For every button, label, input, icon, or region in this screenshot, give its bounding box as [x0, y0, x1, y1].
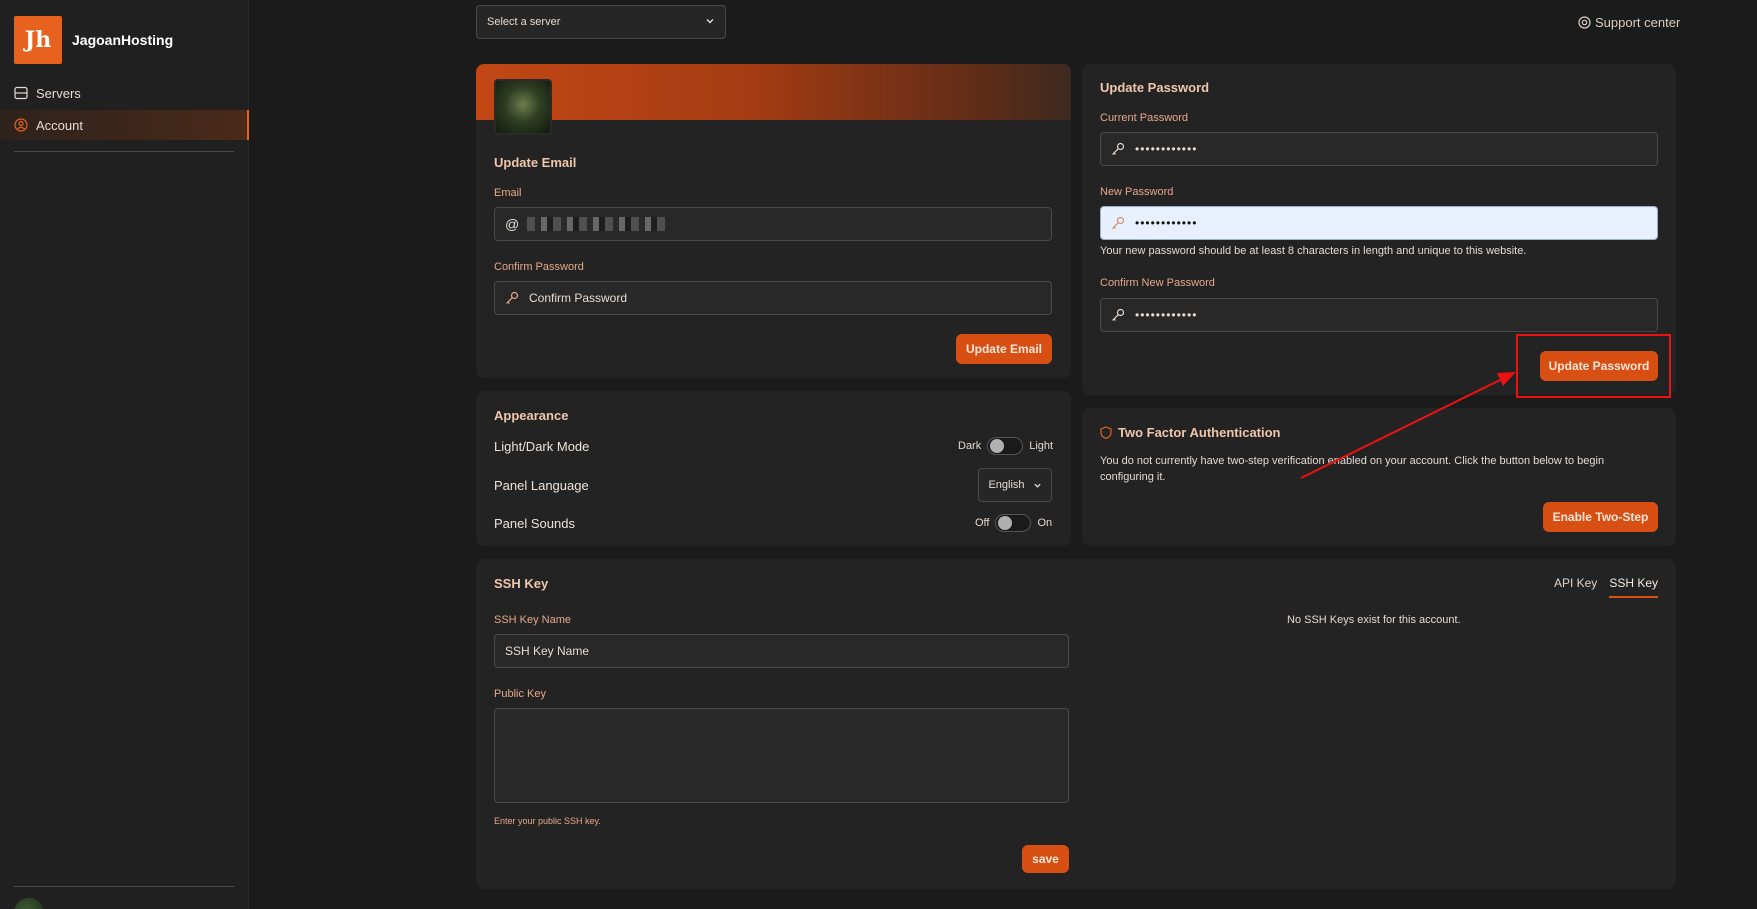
public-key-hint: Enter your public SSH key.: [494, 816, 601, 826]
server-icon: [14, 86, 28, 100]
confirm-new-password-value: ••••••••••••: [1135, 308, 1198, 322]
lifebuoy-icon: [1578, 16, 1591, 29]
sidebar-divider: [14, 886, 234, 887]
key-icon: [1111, 308, 1125, 322]
enable-two-step-button[interactable]: Enable Two-Step: [1543, 502, 1658, 532]
two-factor-title: Two Factor Authentication: [1118, 425, 1281, 440]
confirm-new-password-field[interactable]: ••••••••••••: [1100, 298, 1658, 332]
ssh-key-name-label: SSH Key Name: [494, 614, 572, 626]
ssh-key-name-input[interactable]: SSH Key Name: [494, 634, 1069, 668]
on-label: On: [1037, 517, 1053, 529]
current-password-label: Current Password: [1100, 112, 1189, 124]
confirm-password-field[interactable]: Confirm Password: [494, 281, 1052, 315]
brand-name: JagoanHosting: [72, 32, 174, 48]
sidebar-item-servers[interactable]: Servers: [0, 78, 249, 108]
at-icon: @: [505, 216, 520, 232]
two-factor-card: Two Factor Authentication You do not cur…: [1082, 408, 1676, 546]
new-password-label: New Password: [1100, 186, 1174, 198]
key-tabs: API Key SSH Key: [1542, 576, 1658, 598]
panel-sounds-toggle[interactable]: [995, 514, 1032, 532]
email-value-redacted: [527, 217, 668, 231]
update-password-title: Update Password: [1100, 80, 1210, 95]
key-icon: [505, 291, 519, 305]
confirm-password-label: Confirm Password: [494, 261, 584, 273]
dark-label: Dark: [958, 440, 982, 452]
key-icon: [1111, 142, 1125, 156]
server-select-value: Select a server: [487, 16, 561, 28]
public-key-label: Public Key: [494, 688, 546, 700]
annotation-highlight-box: [1516, 334, 1671, 398]
toggle-knob: [990, 439, 1005, 453]
sidebar: Jh JagoanHosting Servers Account: [0, 0, 249, 909]
current-password-value: ••••••••••••: [1135, 142, 1198, 156]
sidebar-item-label: Account: [36, 117, 83, 133]
profile-banner: [476, 64, 1071, 120]
support-center-link[interactable]: Support center: [1578, 15, 1680, 30]
ssh-key-card: SSH Key API Key SSH Key SSH Key Name SSH…: [476, 559, 1676, 889]
appearance-card: Appearance Light/Dark Mode Dark Light Pa…: [476, 391, 1071, 546]
profile-picture[interactable]: [494, 79, 552, 135]
user-circle-icon: [14, 118, 28, 132]
update-email-card: Update Email Email @ Confirm Password Co…: [476, 64, 1071, 378]
new-password-value: ••••••••••••: [1135, 216, 1198, 230]
two-factor-description: You do not currently have two-step verif…: [1100, 455, 1605, 483]
update-email-button[interactable]: Update Email: [956, 334, 1052, 364]
sidebar-item-label: Servers: [36, 85, 81, 101]
panel-sounds-row: Off On: [975, 514, 1052, 532]
chevron-down-icon: [705, 16, 715, 29]
brand[interactable]: Jh JagoanHosting: [14, 16, 173, 64]
support-center-label: Support center: [1595, 15, 1681, 30]
ssh-key-name-placeholder: SSH Key Name: [505, 644, 590, 658]
light-dark-mode-label: Light/Dark Mode: [494, 439, 590, 454]
new-password-field[interactable]: ••••••••••••: [1100, 206, 1658, 240]
update-email-title: Update Email: [494, 155, 577, 170]
panel-language-value: English: [988, 479, 1025, 491]
public-key-textarea[interactable]: [494, 708, 1069, 803]
light-label: Light: [1029, 440, 1054, 452]
shield-icon: [1100, 426, 1112, 439]
sidebar-item-account[interactable]: Account: [0, 110, 249, 140]
light-dark-mode-toggle[interactable]: [987, 437, 1024, 455]
server-select[interactable]: Select a server: [476, 5, 726, 39]
panel-language-select[interactable]: English: [978, 468, 1052, 502]
email-field[interactable]: @: [494, 207, 1052, 241]
panel-sounds-label: Panel Sounds: [494, 516, 575, 531]
ssh-key-title: SSH Key: [494, 576, 549, 591]
key-icon: [1111, 216, 1125, 230]
two-factor-title-row: Two Factor Authentication: [1100, 425, 1281, 440]
light-dark-mode-row: Dark Light: [958, 437, 1053, 455]
appearance-title: Appearance: [494, 408, 569, 423]
confirm-new-password-label: Confirm New Password: [1100, 277, 1215, 289]
save-ssh-key-button[interactable]: save: [1022, 845, 1069, 873]
current-password-field[interactable]: ••••••••••••: [1100, 132, 1658, 166]
confirm-password-placeholder: Confirm Password: [529, 291, 628, 305]
chevron-down-icon: [1033, 481, 1042, 490]
new-password-hint: Your new password should be at least 8 c…: [1100, 245, 1527, 257]
brand-logo: Jh: [14, 16, 62, 64]
email-label: Email: [494, 187, 522, 199]
panel-language-label: Panel Language: [494, 478, 589, 493]
avatar[interactable]: [14, 898, 44, 909]
off-label: Off: [975, 517, 990, 529]
tab-ssh-key[interactable]: SSH Key: [1609, 576, 1658, 598]
no-ssh-keys-message: No SSH Keys exist for this account.: [1287, 614, 1461, 626]
sidebar-divider: [14, 151, 234, 152]
tab-api-key[interactable]: API Key: [1554, 576, 1597, 598]
toggle-knob: [998, 516, 1013, 530]
